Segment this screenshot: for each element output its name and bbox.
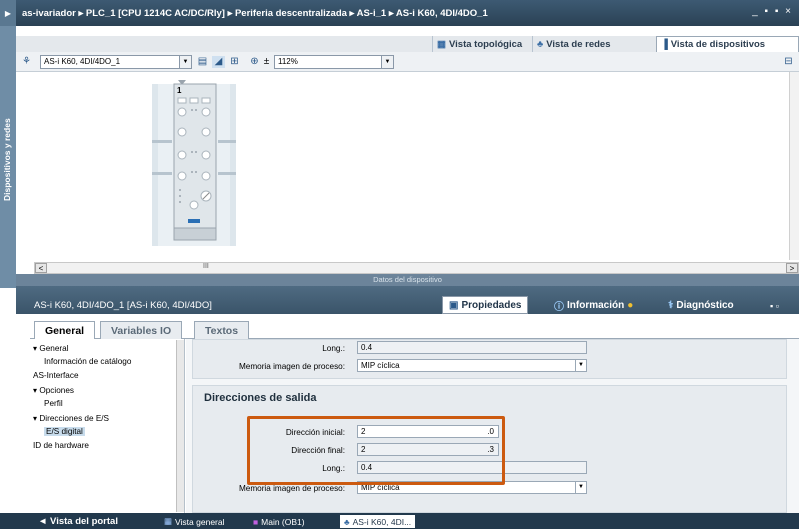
tree-item-hardware-id[interactable]: ID de hardware (33, 441, 89, 450)
subtab-texts[interactable]: Textos (194, 321, 250, 339)
properties-tree: ▾ General Información de catálogo AS-Int… (30, 339, 185, 515)
device-select-value: AS-i K60, 4DI/4DO_1 (44, 57, 121, 66)
taskbar: ◄ Vista del portal ▦ Vista general ■ Mai… (0, 513, 799, 529)
diagnostics-icon: ⚕ (668, 299, 674, 311)
top-long-label: Long.: (322, 344, 345, 353)
device-select[interactable]: AS-i K60, 4DI/4DO_1 ▼ (40, 55, 192, 69)
chevron-down-icon: ▼ (381, 56, 393, 68)
tab-network-label: Vista de redes (546, 38, 611, 50)
tab-properties[interactable]: ▣ Propiedades (442, 296, 529, 314)
tab-topology-label: Vista topológica (448, 38, 523, 50)
view-tabs: ▦ Vista topológica ♣ Vista de redes ▐ Vi… (16, 36, 799, 52)
scroll-right-icon[interactable]: > (786, 263, 798, 273)
tree-scrollbar[interactable] (176, 340, 184, 512)
tab-device-view[interactable]: ▐ Vista de dispositivos (656, 36, 799, 52)
tree-item-general[interactable]: ▾ General (33, 343, 69, 353)
taskbar-main-label: Main (OB1) (261, 516, 305, 527)
horizontal-scrollbar[interactable]: < III > (34, 262, 799, 274)
top-process-image-select[interactable]: MIP cíclica ▼ (357, 359, 587, 372)
highlight-box (247, 416, 505, 485)
breadcrumb: as-ivariador ▸ PLC_1 [CPU 1214C AC/DC/Rl… (22, 7, 488, 19)
process-image-label: Memoria imagen de proceso: (238, 484, 345, 493)
sidetab-label: Dispositivos y redes (2, 118, 12, 201)
portal-view-button[interactable]: ◄ Vista del portal (38, 515, 118, 528)
scroll-left-icon[interactable]: < (35, 263, 47, 273)
subtabs: General Variables IO Textos (30, 319, 799, 339)
device-canvas[interactable] (16, 72, 795, 260)
taskbar-overview[interactable]: ▦ Vista general (164, 515, 225, 528)
subtab-general[interactable]: General (34, 321, 96, 339)
tree-item-io-addresses[interactable]: ▾ Direcciones de E/S (33, 413, 109, 423)
overview-icon[interactable]: ⊟ (782, 56, 795, 68)
asi-module-drawing (152, 80, 238, 246)
tab-diagnostics[interactable]: ⚕ Diagnóstico (662, 296, 740, 314)
chevron-down-icon: ▼ (575, 360, 586, 371)
tree-item-catalog-info[interactable]: Información de catálogo (44, 357, 131, 366)
device-data-label: Datos del dispositivo (373, 275, 442, 284)
draw-icon[interactable]: ◢ (212, 56, 225, 68)
top-process-image-value: MIP cíclica (361, 361, 400, 370)
slot-number: 1 (177, 86, 182, 95)
info-icon: ⓘ (554, 301, 564, 313)
tree-item-as-interface[interactable]: AS-Interface (33, 371, 79, 380)
scroll-thumb-marker: III (203, 263, 209, 270)
inspector-title: AS-i K60, 4DI/4DO_1 [AS-i K60, 4DI/4DO] (34, 300, 212, 311)
zoom-value: 112% (278, 57, 298, 66)
chevron-down-icon: ▼ (179, 56, 191, 68)
topology-icon: ▦ (437, 38, 446, 50)
tab-network-view[interactable]: ♣ Vista de redes (532, 36, 615, 52)
tab-properties-label: Propiedades (461, 299, 522, 311)
expand-arrow-icon[interactable]: ▶ (0, 0, 16, 26)
output-addresses-heading: Direcciones de salida (204, 392, 317, 404)
table-icon[interactable]: ▤ (196, 56, 209, 68)
vertical-scrollbar[interactable] (789, 72, 799, 260)
panel-controls-icon[interactable]: ▪ ▫ (770, 301, 779, 311)
top-process-image-label: Memoria imagen de proceso: (238, 362, 345, 371)
devices-networks-sidetab[interactable]: Dispositivos y redes (0, 26, 16, 288)
taskbar-overview-label: Vista general (175, 516, 225, 527)
tree-item-digital-io[interactable]: E/S digital (44, 427, 85, 436)
tab-device-label: Vista de dispositivos (670, 39, 766, 50)
device-data-splitter[interactable]: Datos del dispositivo (16, 274, 799, 286)
zoom-plusminus-icon[interactable]: ± (260, 56, 273, 68)
device-toolbar: ⚘ AS-i K60, 4DI/4DO_1 ▼ ▤ ◢ ⊞ ⊕ ± 112% ▼… (16, 52, 799, 72)
asi-module-graphic[interactable]: 1 (152, 80, 238, 248)
taskbar-device[interactable]: ♣ AS-i K60, 4DI... (340, 515, 416, 528)
top-long-field: 0.4 (357, 341, 587, 354)
taskbar-device-label: AS-i K60, 4DI... (352, 516, 412, 527)
device-view-icon: ▐ (661, 39, 668, 50)
network-icon: ♣ (344, 516, 350, 527)
tab-diagnostics-label: Diagnóstico (676, 299, 734, 311)
tree-item-profile[interactable]: Perfil (44, 399, 63, 408)
chevron-down-icon: ▼ (575, 482, 586, 493)
overview-icon: ▦ (164, 516, 173, 526)
taskbar-main-ob1[interactable]: ■ Main (OB1) (253, 515, 305, 528)
info-badge-icon: ● (627, 299, 634, 311)
tab-info[interactable]: ⓘ Información ● (548, 296, 639, 314)
properties-icon: ▣ (449, 299, 459, 311)
zoom-select[interactable]: 112% ▼ (274, 55, 394, 69)
block-icon: ■ (253, 516, 259, 527)
network-icon: ♣ (537, 38, 544, 50)
tab-info-label: Información (567, 299, 625, 311)
subtab-io-variables[interactable]: Variables IO (100, 321, 183, 339)
grid-icon[interactable]: ⊞ (228, 56, 241, 68)
window-controls[interactable]: _ ▪ ▪ × (752, 6, 793, 17)
device-tree-icon[interactable]: ⚘ (20, 56, 33, 68)
tree-item-options[interactable]: ▾ Opciones (33, 385, 74, 395)
title-bar: ▶ as-ivariador ▸ PLC_1 [CPU 1214C AC/DC/… (0, 0, 799, 26)
tab-topology-view[interactable]: ▦ Vista topológica (432, 36, 526, 52)
